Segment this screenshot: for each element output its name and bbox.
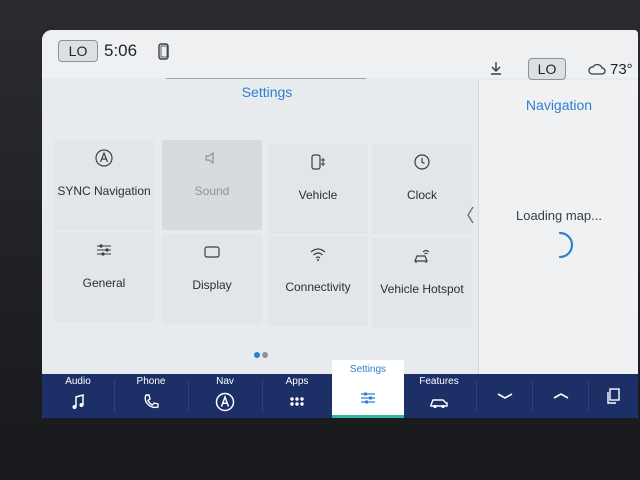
tile-label: Display bbox=[192, 278, 232, 292]
navigation-title: Navigation bbox=[525, 97, 593, 113]
music-note-icon bbox=[72, 394, 84, 409]
cloud-weather-icon bbox=[588, 63, 606, 75]
tile-label: Sound bbox=[194, 184, 230, 198]
tile-label: Clock bbox=[406, 188, 437, 202]
settings-grid: SYNC Navigation Sound Vehicle Clock Gene… bbox=[54, 140, 474, 340]
dock-label: Features bbox=[419, 376, 459, 387]
dock-label: Audio bbox=[65, 376, 91, 387]
outside-temperature: 73° bbox=[610, 61, 633, 78]
tile-connectivity[interactable]: Connectivity bbox=[268, 236, 368, 326]
chevron-down-icon bbox=[497, 393, 513, 399]
dock-label: Nav bbox=[216, 376, 234, 387]
hotspot-icon bbox=[414, 249, 430, 263]
loading-spinner-icon bbox=[558, 231, 574, 259]
tile-general[interactable]: General bbox=[54, 232, 154, 322]
tile-display[interactable]: Display bbox=[162, 234, 262, 324]
stacked-windows-icon bbox=[607, 388, 620, 404]
dock-phone[interactable]: Phone bbox=[118, 374, 184, 418]
status-bar: LO 5:06 LO 73° bbox=[42, 30, 638, 80]
chevron-left-icon[interactable] bbox=[466, 205, 476, 225]
wifi-icon bbox=[310, 248, 326, 261]
page-dot-active[interactable] bbox=[254, 352, 260, 358]
car-features-icon bbox=[430, 399, 448, 409]
download-icon bbox=[491, 62, 501, 75]
dock-nav[interactable]: Nav bbox=[192, 374, 258, 418]
bottom-dock: Audio Phone Nav Apps Settings Features bbox=[42, 360, 638, 418]
clock-icon bbox=[414, 154, 430, 170]
header-divider bbox=[166, 78, 366, 79]
dock-collapse-button[interactable] bbox=[480, 374, 530, 418]
tile-clock[interactable]: Clock bbox=[372, 144, 472, 234]
chevron-up-icon bbox=[553, 393, 569, 399]
tile-vehicle-hotspot[interactable]: Vehicle Hotspot bbox=[372, 238, 472, 328]
clock-time: 5:06 bbox=[104, 41, 138, 60]
phone-icon bbox=[158, 43, 169, 60]
dock-separator bbox=[114, 380, 115, 412]
phone-handset-icon bbox=[144, 394, 159, 409]
vehicle-icon bbox=[311, 154, 325, 170]
dock-settings[interactable]: Settings bbox=[332, 360, 404, 418]
tile-label: Vehicle Hotspot bbox=[380, 282, 464, 296]
fan-speed-right-chip[interactable]: LO bbox=[528, 58, 566, 80]
loading-map-text: Loading map... bbox=[515, 208, 602, 223]
nav-a-icon bbox=[95, 149, 113, 167]
settings-title: Settings bbox=[241, 84, 293, 100]
tile-label: Vehicle bbox=[298, 188, 338, 202]
page-indicator[interactable] bbox=[254, 345, 270, 363]
dock-separator bbox=[532, 380, 533, 412]
dock-expand-button[interactable] bbox=[536, 374, 586, 418]
settings-sliders-icon bbox=[361, 392, 375, 404]
dock-label: Settings bbox=[349, 364, 387, 375]
dock-label: Phone bbox=[136, 376, 166, 387]
tile-sync-navigation[interactable]: SYNC Navigation bbox=[54, 140, 154, 230]
dock-windows-button[interactable] bbox=[590, 374, 638, 418]
infotainment-screen: LO 5:06 LO 73° Settings SYNC Navigation bbox=[42, 30, 638, 418]
dock-label: Apps bbox=[285, 376, 309, 387]
navigation-panel[interactable]: Navigation Loading map... bbox=[478, 80, 638, 376]
tile-sound[interactable]: Sound bbox=[162, 140, 262, 230]
sliders-icon bbox=[97, 244, 111, 256]
nav-a-icon bbox=[215, 392, 235, 412]
dock-separator bbox=[262, 380, 263, 412]
dock-separator bbox=[188, 380, 189, 412]
dock-features[interactable]: Features bbox=[406, 374, 472, 418]
tile-label: SYNC Navigation bbox=[57, 184, 151, 198]
display-icon bbox=[204, 246, 220, 258]
dock-separator bbox=[588, 380, 589, 412]
tile-vehicle[interactable]: Vehicle bbox=[268, 144, 368, 234]
dock-separator bbox=[476, 380, 477, 412]
fan-speed-left-chip[interactable]: LO bbox=[58, 40, 98, 62]
tile-label: General bbox=[82, 276, 126, 290]
tile-label: Connectivity bbox=[285, 280, 351, 294]
apps-grid-icon bbox=[290, 397, 304, 406]
speaker-icon bbox=[205, 151, 214, 165]
dock-audio[interactable]: Audio bbox=[46, 374, 110, 418]
dock-apps[interactable]: Apps bbox=[264, 374, 330, 418]
page-dot[interactable] bbox=[262, 352, 268, 358]
